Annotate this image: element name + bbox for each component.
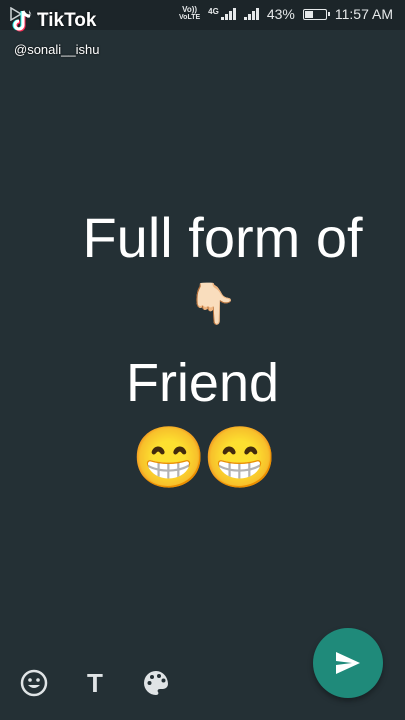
tiktok-brand: TikTok [37,10,97,31]
text-format-icon[interactable]: T [80,668,110,698]
status-editor-screen: ♪ ··· Vo)) VoLTE 4G 43% 11:57 AM TikTok … [0,0,405,720]
signal-bars-2-icon [243,8,259,20]
signal-4g: 4G [208,8,236,20]
smiley-icon[interactable] [19,668,49,698]
status-text-line-1: Full form of [82,206,363,269]
pointing-down-emoji: 👇🏻 [187,282,238,326]
clock: 11:57 AM [334,6,393,22]
send-button[interactable] [313,628,383,698]
status-text-line-2: Friend [125,353,280,413]
grinning-emojis: 😁😁 [131,424,277,491]
battery-level-fill [304,10,313,18]
signal-bars-icon [220,8,236,20]
send-icon [336,652,360,674]
battery-percent: 43% [266,6,295,22]
tiktok-logo-icon [12,10,31,32]
battery-icon [302,8,330,20]
status-right-icons: Vo)) VoLTE 4G 43% 11:57 AM [179,5,393,23]
tiktok-watermark: TikTok [12,10,96,32]
tiktok-handle: @sonali__ishu [14,42,100,57]
palette-icon[interactable] [141,668,171,698]
volte-indicator: Vo)) VoLTE [179,5,201,22]
